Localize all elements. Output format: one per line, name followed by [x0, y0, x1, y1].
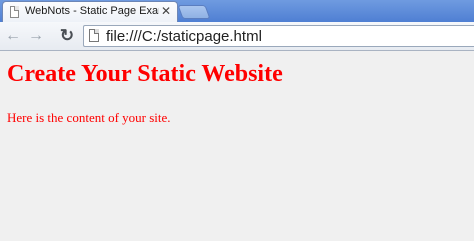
browser-toolbar: ← → ↻ file:///C:/staticpage.html [0, 22, 474, 51]
page-icon [10, 6, 19, 18]
new-tab-icon[interactable] [177, 5, 211, 19]
tab-title: WebNots - Static Page Exam [25, 5, 159, 17]
url-text[interactable]: file:///C:/staticpage.html [106, 28, 262, 45]
page-heading: Create Your Static Website [7, 61, 283, 87]
back-arrow-icon[interactable]: ← [4, 27, 22, 45]
page-content: Create Your Static Website Here is the c… [0, 51, 474, 241]
reload-icon[interactable]: ↻ [58, 27, 76, 45]
close-icon[interactable]: ✕ [161, 4, 171, 18]
page-paragraph: Here is the content of your site. [7, 110, 171, 125]
address-bar[interactable]: file:///C:/staticpage.html [83, 25, 474, 47]
tab-strip: WebNots - Static Page Exam ✕ [0, 0, 474, 22]
forward-arrow-icon[interactable]: → [27, 27, 45, 45]
page-icon [89, 29, 99, 42]
browser-tab[interactable]: WebNots - Static Page Exam ✕ [2, 1, 178, 22]
